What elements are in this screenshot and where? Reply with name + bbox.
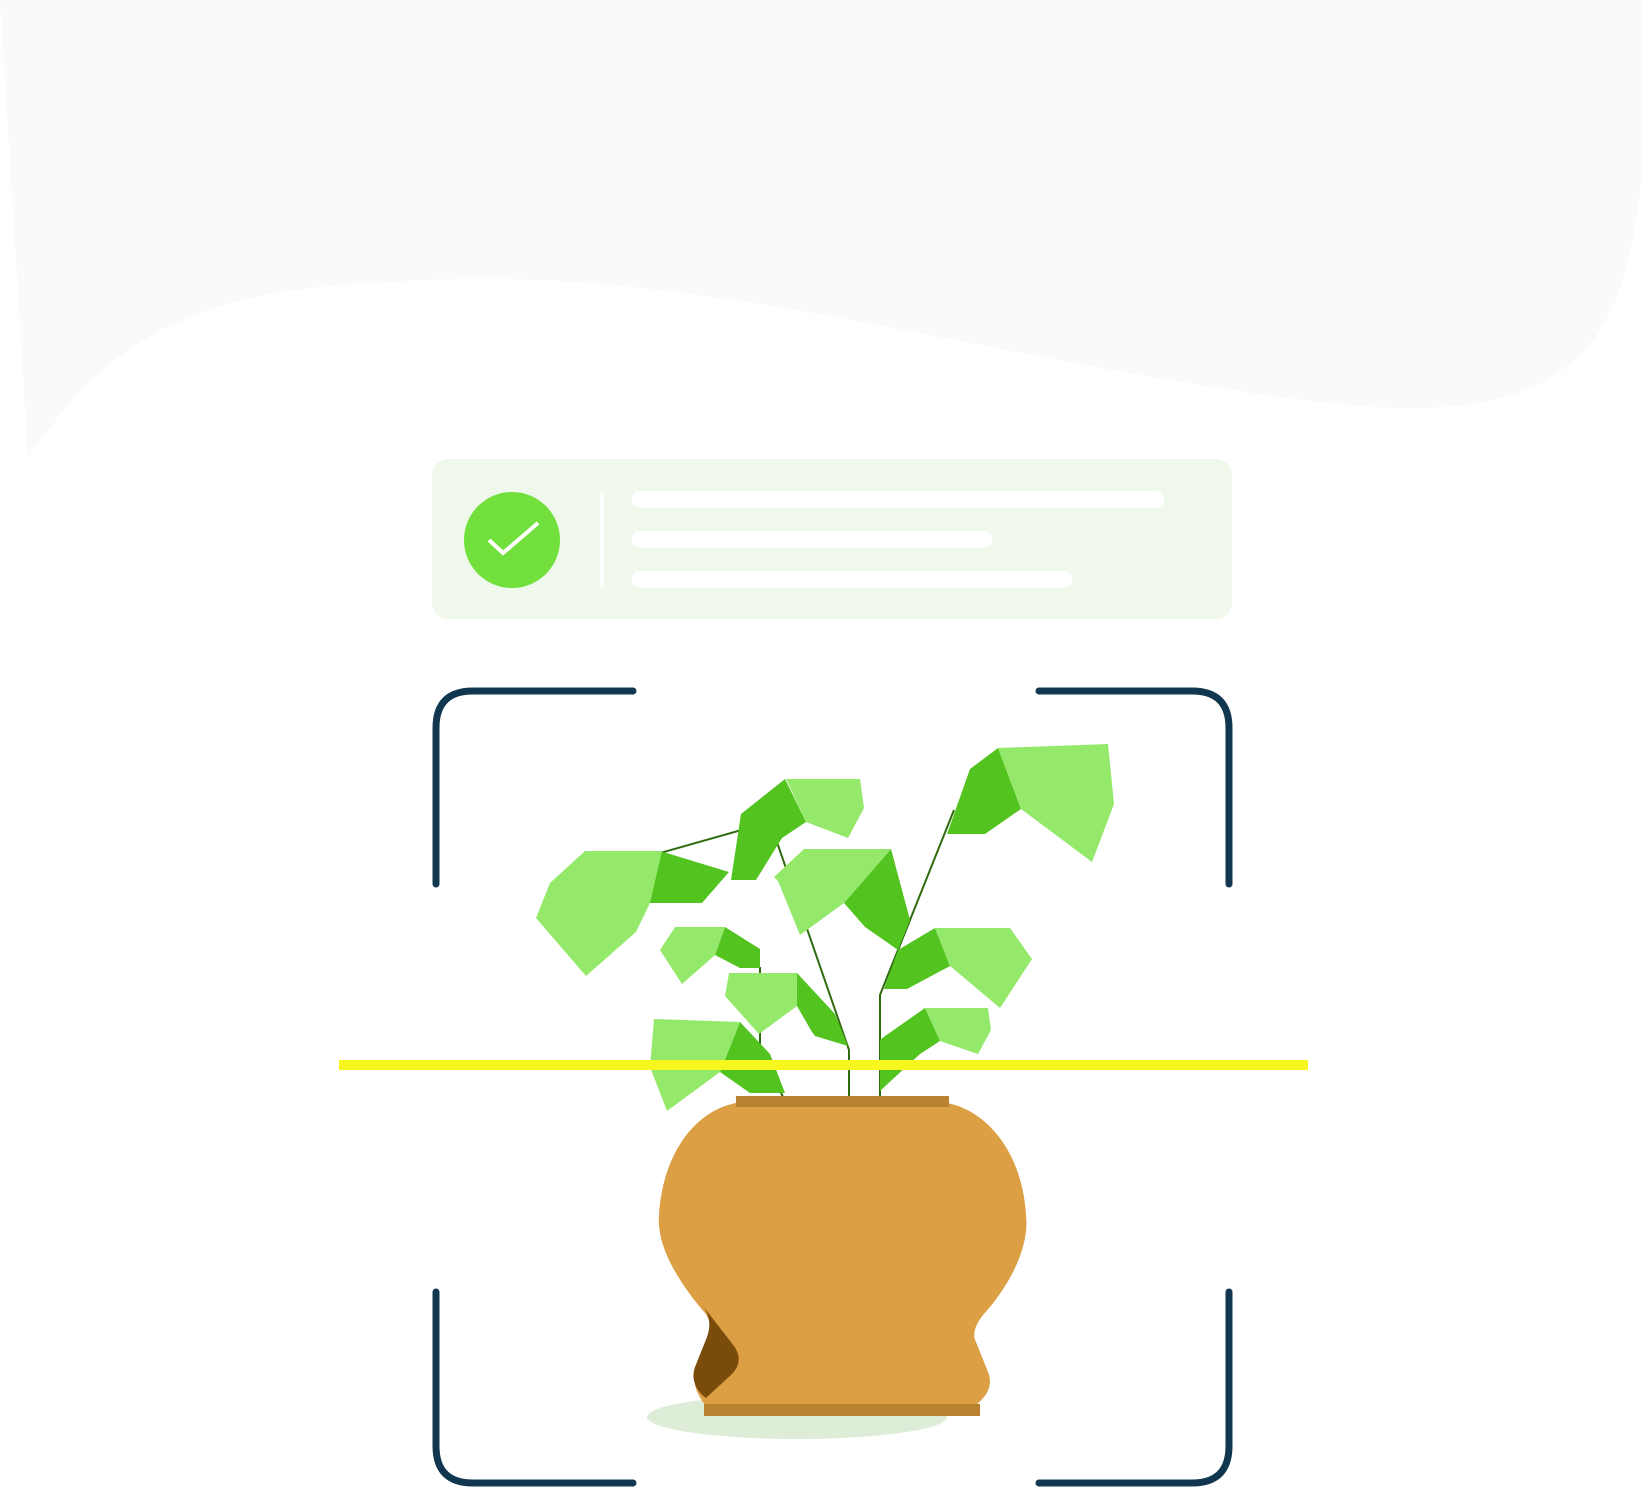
potted-plant-icon — [536, 744, 1114, 1439]
frame-corner-bottom-left — [432, 1288, 637, 1487]
text-placeholder-line — [632, 491, 1164, 508]
text-placeholder-line — [632, 571, 1072, 588]
pot-rim-bottom — [704, 1404, 980, 1416]
frame-corner-bottom-right — [1035, 1288, 1233, 1487]
plant-scan-illustration — [0, 0, 1643, 1487]
pot-rim-top — [736, 1096, 949, 1107]
text-placeholder-line — [632, 531, 992, 548]
background-blob — [0, 0, 1643, 458]
plant-leaves — [536, 744, 1114, 1111]
check-circle — [464, 492, 560, 588]
scan-line — [339, 1060, 1308, 1070]
status-card — [432, 459, 1232, 619]
